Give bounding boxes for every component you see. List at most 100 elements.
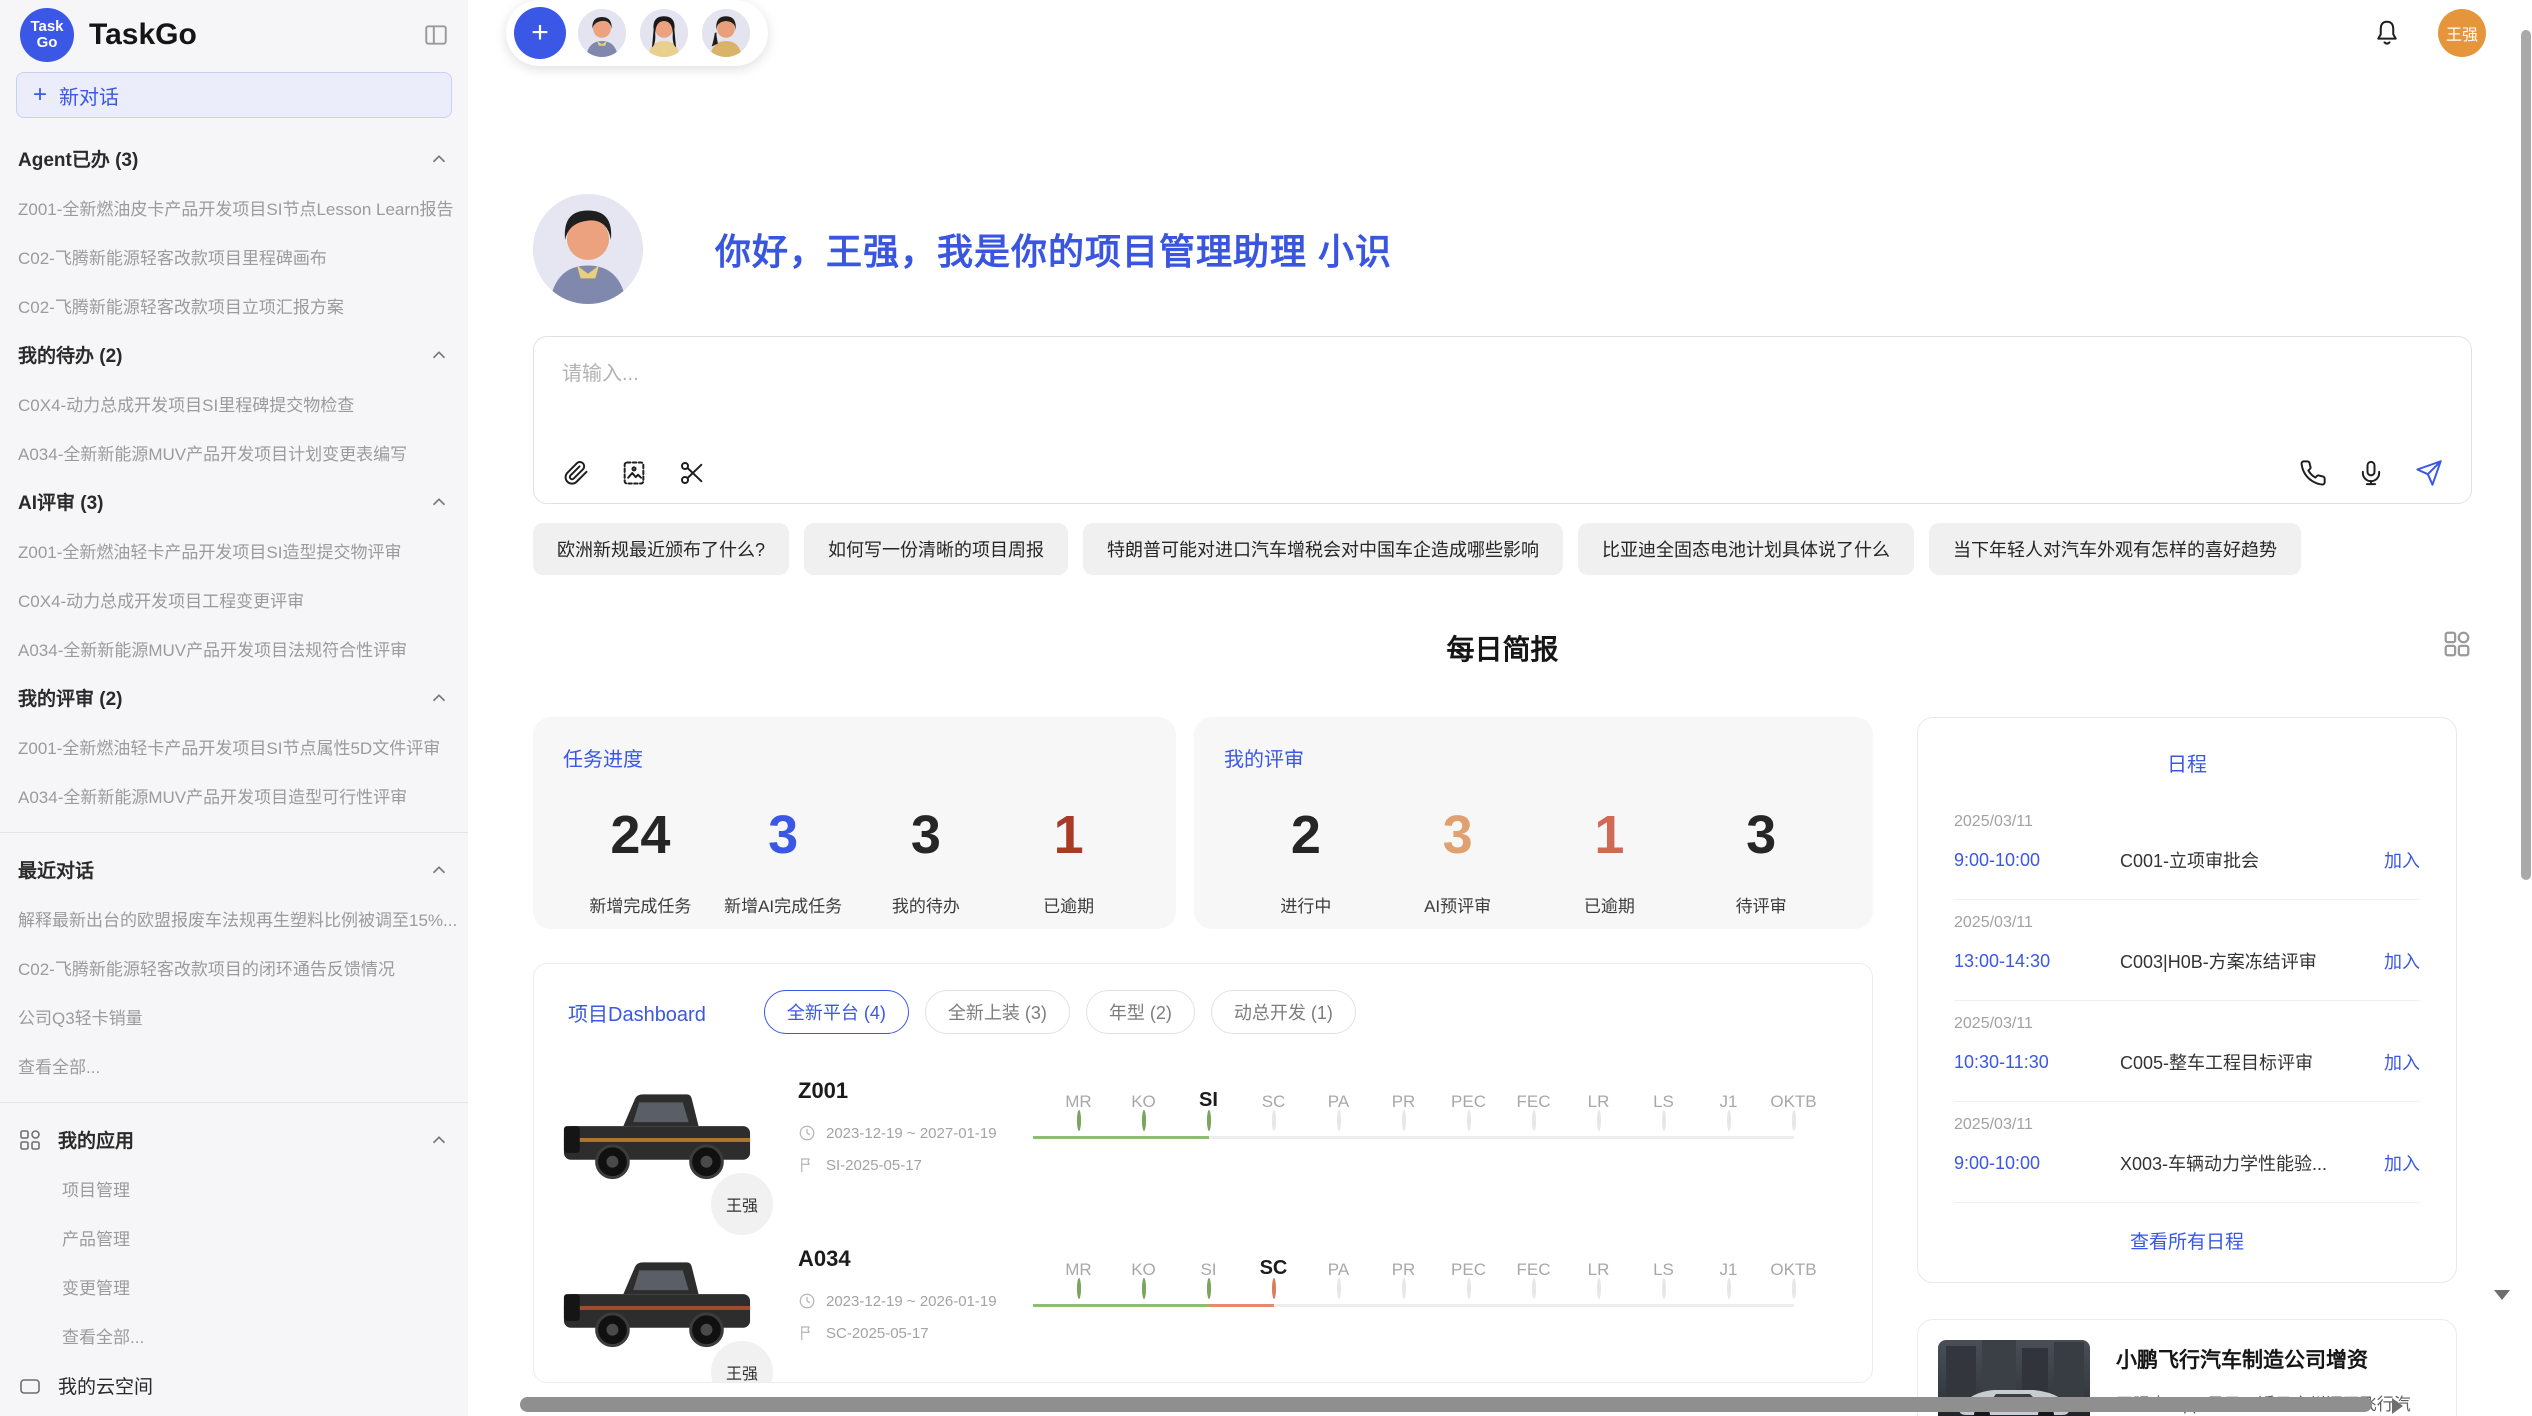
milestone-node xyxy=(1532,1278,1536,1299)
sidebar-item-product-mgmt[interactable]: 产品管理 xyxy=(0,1213,468,1262)
chevron-up-icon[interactable] xyxy=(428,148,450,170)
milestone-ls: LS xyxy=(1631,1244,1696,1298)
dashboard-title: 项目Dashboard xyxy=(568,998,706,1027)
list-item[interactable]: C0X4-动力总成开发项目工程变更评审 xyxy=(0,575,468,624)
tab-new-body[interactable]: 全新上装 (3) xyxy=(925,990,1070,1034)
image-upload-button[interactable] xyxy=(620,459,648,487)
section-title: AI评审 (3) xyxy=(18,488,428,515)
sidebar-item-change-mgmt[interactable]: 变更管理 xyxy=(0,1262,468,1311)
list-item[interactable]: C02-飞腾新能源轻客改款项目立项汇报方案 xyxy=(0,281,468,330)
new-chat-button[interactable]: + 新对话 xyxy=(16,72,452,118)
chevron-up-icon[interactable] xyxy=(428,859,450,881)
avatar[interactable] xyxy=(638,7,690,59)
scroll-right-arrow-icon[interactable] xyxy=(2392,1398,2403,1414)
join-meeting-link[interactable]: 加入 xyxy=(2384,1049,2420,1075)
schedule-line: 13:00-14:30 C003|H0B-方案冻结评审 加入 xyxy=(1954,948,2420,974)
tab-powertrain[interactable]: 动总开发 (1) xyxy=(1211,990,1356,1034)
suggestion-chip[interactable]: 如何写一份清晰的项目周报 xyxy=(804,523,1068,575)
notification-bell-icon[interactable] xyxy=(2372,18,2402,48)
milestone-node xyxy=(1727,1110,1731,1131)
right-column: 日程 2025/03/11 9:00-10:00 C001-立项审批会 加入 2… xyxy=(1917,717,2457,1416)
milestone-mr: MR xyxy=(1046,1076,1111,1130)
milestone-fec: FEC xyxy=(1501,1244,1566,1298)
milestone-fec: FEC xyxy=(1501,1076,1566,1130)
user-avatar[interactable]: 王强 xyxy=(2438,9,2486,57)
sidebar-item-favorites[interactable]: 我的收藏 xyxy=(0,1411,468,1416)
card-title: 任务进度 xyxy=(563,743,1146,772)
milestone-row: MR KO SI SC PA PR PEC FEC LR LS J1 xyxy=(1046,1076,1838,1130)
list-item[interactable]: Z001-全新燃油轻卡产品开发项目SI节点属性5D文件评审 xyxy=(0,722,468,771)
list-item[interactable]: A034-全新新能源MUV产品开发项目造型可行性评审 xyxy=(0,771,468,820)
stats-row: 任务进度 24 新增完成任务 3 新增AI完成任务 3 xyxy=(533,717,1873,929)
avatar[interactable] xyxy=(576,7,628,59)
stat: 3 新增AI完成任务 xyxy=(712,804,855,917)
list-item[interactable]: 解释最新出台的欧盟报废车法规再生塑料比例被调至15%... xyxy=(0,894,468,943)
list-item[interactable]: C02-飞腾新能源轻客改款项目的闭环通告反馈情况 xyxy=(0,943,468,992)
sidebar-item-project-mgmt[interactable]: 项目管理 xyxy=(0,1164,468,1213)
join-meeting-link[interactable]: 加入 xyxy=(2384,948,2420,974)
section-recent-chats: 最近对话 xyxy=(0,845,468,894)
milestone-pa: PA xyxy=(1306,1076,1371,1130)
sidebar-header: Task Go TaskGo xyxy=(0,0,468,68)
join-meeting-link[interactable]: 加入 xyxy=(2384,847,2420,873)
collapse-sidebar-icon[interactable] xyxy=(422,22,450,48)
add-member-button[interactable]: + xyxy=(514,7,566,59)
suggestion-chip[interactable]: 当下年轻人对汽车外观有怎样的喜好趋势 xyxy=(1929,523,2301,575)
attachment-button[interactable] xyxy=(562,459,590,487)
send-button[interactable] xyxy=(2415,459,2443,487)
section-my-todo: 我的待办 (2) xyxy=(0,330,468,379)
list-item[interactable]: C0X4-动力总成开发项目SI里程碑提交物检查 xyxy=(0,379,468,428)
chevron-up-icon[interactable] xyxy=(428,687,450,709)
milestone-ls: LS xyxy=(1631,1076,1696,1130)
chevron-up-icon[interactable] xyxy=(428,1129,450,1151)
microphone-button[interactable] xyxy=(2357,459,2385,487)
suggestion-chip[interactable]: 特朗普可能对进口汽车增税会对中国车企造成哪些影响 xyxy=(1083,523,1563,575)
assistant-avatar xyxy=(533,194,643,304)
stat-label: 进行中 xyxy=(1230,892,1382,917)
list-item[interactable]: A034-全新新能源MUV产品开发项目法规符合性评审 xyxy=(0,624,468,673)
phone-call-button[interactable] xyxy=(2299,459,2327,487)
list-item[interactable]: 公司Q3轻卡销量 xyxy=(0,992,468,1041)
suggestion-chip[interactable]: 比亚迪全固态电池计划具体说了什么 xyxy=(1578,523,1914,575)
schedule-time: 10:30-11:30 xyxy=(1954,1052,2094,1073)
list-item[interactable]: Z001-全新燃油皮卡产品开发项目SI节点Lesson Learn报告 xyxy=(0,183,468,232)
chevron-up-icon[interactable] xyxy=(428,344,450,366)
join-meeting-link[interactable]: 加入 xyxy=(2384,1150,2420,1176)
stat-value: 1 xyxy=(997,804,1140,866)
view-all-apps[interactable]: 查看全部... xyxy=(0,1311,468,1360)
tab-new-platform[interactable]: 全新平台 (4) xyxy=(764,990,909,1034)
sidebar-item-my-apps[interactable]: 我的应用 xyxy=(0,1115,468,1164)
project-row[interactable]: 王强 Z001 2023-12-19 ~ 2027-01-19 SI-2025-… xyxy=(534,1034,1872,1202)
owner-badge: 王强 xyxy=(708,1170,776,1238)
list-item[interactable]: Z001-全新燃油轻卡产品开发项目SI造型提交物评审 xyxy=(0,526,468,575)
milestone-node xyxy=(1142,1110,1146,1131)
chevron-up-icon[interactable] xyxy=(428,491,450,513)
schedule-card: 日程 2025/03/11 9:00-10:00 C001-立项审批会 加入 2… xyxy=(1917,717,2457,1283)
tab-model-year[interactable]: 年型 (2) xyxy=(1086,990,1195,1034)
avatar[interactable] xyxy=(700,7,752,59)
milestone-node xyxy=(1077,1110,1081,1131)
flag-label: SI-2025-05-17 xyxy=(826,1157,922,1174)
sidebar-item-cloud-space[interactable]: 我的云空间 xyxy=(0,1360,468,1411)
list-item[interactable]: A034-全新新能源MUV产品开发项目计划变更表编写 xyxy=(0,428,468,477)
section-ai-review: AI评审 (3) xyxy=(0,477,468,526)
scroll-down-arrow-icon[interactable] xyxy=(2494,1290,2510,1300)
list-item[interactable]: C02-飞腾新能源轻客改款项目里程碑画布 xyxy=(0,232,468,281)
layout-grid-icon[interactable] xyxy=(2442,629,2472,659)
section-agent-done: Agent已办 (3) xyxy=(0,134,468,183)
view-all-chats[interactable]: 查看全部... xyxy=(0,1041,468,1090)
sidebar: Task Go TaskGo + 新对话 Agent已办 (3) Z001-全新… xyxy=(0,0,468,1416)
vertical-scrollbar[interactable] xyxy=(2521,30,2531,880)
stat: 3 AI预评审 xyxy=(1382,804,1534,917)
view-all-schedule-link[interactable]: 查看所有日程 xyxy=(1954,1203,2420,1264)
milestone-node xyxy=(1467,1110,1471,1131)
chat-input[interactable] xyxy=(562,357,2443,459)
stat-value: 3 xyxy=(1685,804,1837,866)
schedule-title: 日程 xyxy=(1954,748,2420,777)
scissors-button[interactable] xyxy=(678,459,706,487)
milestone-oktb: OKTB xyxy=(1761,1244,1826,1298)
horizontal-scrollbar[interactable] xyxy=(520,1397,2372,1412)
project-image: 王强 xyxy=(558,1244,758,1370)
flag-icon xyxy=(798,1324,816,1342)
suggestion-chip[interactable]: 欧洲新规最近颁布了什么? xyxy=(533,523,789,575)
